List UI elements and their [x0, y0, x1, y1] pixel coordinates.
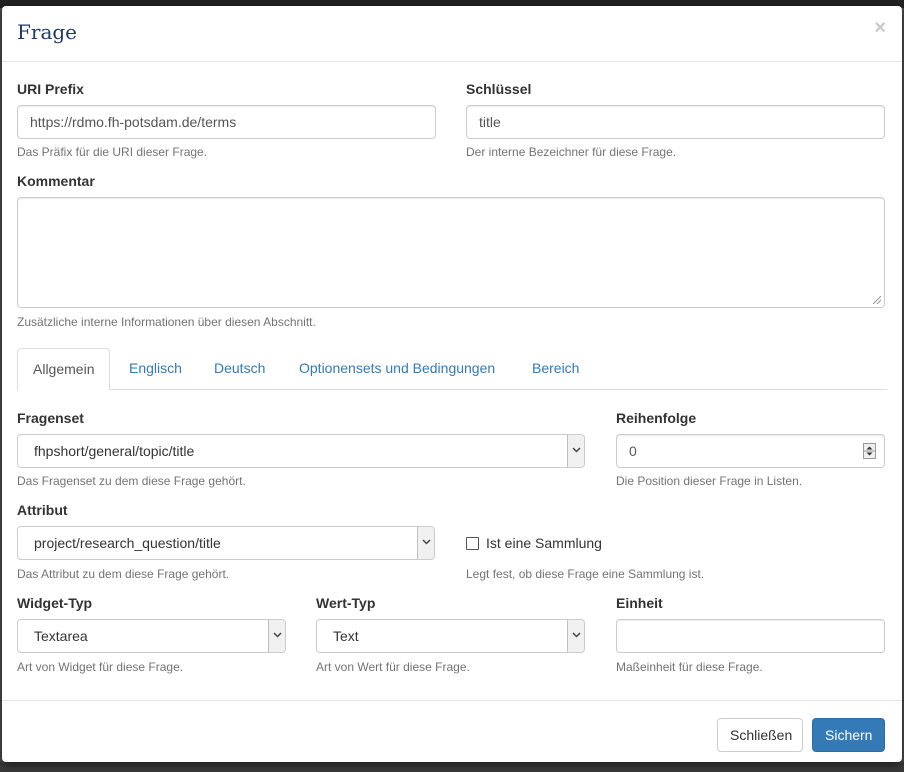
modal-header: Frage ×: [2, 6, 902, 62]
comment-label: Kommentar: [17, 173, 95, 189]
close-icon[interactable]: ×: [874, 18, 886, 38]
tab-optionsets-conditions[interactable]: Optionensets und Bedingungen: [284, 348, 510, 390]
unit-help: Maßeinheit für diese Frage.: [616, 660, 763, 674]
value-type-help: Art von Wert für diese Frage.: [316, 660, 470, 674]
key-label: Schlüssel: [466, 81, 532, 97]
chevron-down-icon: [567, 620, 584, 652]
collection-checkbox[interactable]: [466, 537, 479, 550]
collection-help: Legt fest, ob diese Frage eine Sammlung …: [466, 567, 705, 581]
attribute-help: Das Attribut zu dem diese Frage gehört.: [17, 567, 230, 581]
close-button[interactable]: Schließen: [717, 718, 803, 752]
question-modal: Frage × URI Prefix https://rdmo.fh-potsd…: [2, 6, 902, 762]
attribute-label: Attribut: [17, 502, 68, 518]
order-input[interactable]: 0: [616, 434, 885, 468]
tab-allgemein[interactable]: Allgemein: [17, 348, 111, 391]
attribute-value: project/research_question/title: [34, 535, 221, 551]
widget-type-help: Art von Widget für diese Frage.: [17, 660, 184, 674]
uri-prefix-input[interactable]: https://rdmo.fh-potsdam.de/terms: [17, 105, 436, 139]
tab-deutsch[interactable]: Deutsch: [199, 348, 280, 390]
value-type-label: Wert-Typ: [316, 595, 376, 611]
key-input[interactable]: title: [466, 105, 885, 139]
modal-footer: Schließen Sichern: [2, 700, 902, 762]
modal-title: Frage: [17, 20, 77, 44]
resize-grip-icon[interactable]: [873, 296, 881, 304]
tab-englisch[interactable]: Englisch: [114, 348, 197, 390]
value-type-value: Text: [333, 628, 359, 644]
order-label: Reihenfolge: [616, 410, 697, 426]
questionset-label: Fragenset: [17, 410, 84, 426]
chevron-down-icon: [567, 435, 584, 467]
questionset-select[interactable]: fhpshort/general/topic/title: [17, 434, 585, 468]
tab-bar: Allgemein Englisch Deutsch Optionensets …: [17, 348, 887, 391]
value-type-select[interactable]: Text: [316, 619, 585, 653]
comment-help: Zusätzliche interne Informationen über d…: [17, 315, 316, 329]
collection-label[interactable]: Ist eine Sammlung: [486, 535, 602, 551]
unit-label: Einheit: [616, 595, 663, 611]
key-help: Der interne Bezeichner für diese Frage.: [466, 145, 677, 159]
order-value: 0: [629, 443, 637, 459]
widget-type-select[interactable]: Textarea: [17, 619, 286, 653]
uri-prefix-help: Das Präfix für die URI dieser Frage.: [17, 145, 208, 159]
questionset-help: Das Fragenset zu dem diese Frage gehört.: [17, 474, 246, 488]
order-help: Die Position dieser Frage in Listen.: [616, 474, 803, 488]
widget-type-value: Textarea: [34, 628, 88, 644]
background-page: [0, 762, 904, 772]
tab-bereich[interactable]: Bereich: [517, 348, 594, 390]
comment-textarea[interactable]: [17, 197, 885, 308]
save-button[interactable]: Sichern: [812, 718, 885, 752]
unit-input[interactable]: [616, 619, 885, 653]
uri-prefix-label: URI Prefix: [17, 81, 84, 97]
spinner-icon[interactable]: [863, 443, 876, 459]
widget-type-label: Widget-Typ: [17, 595, 93, 611]
attribute-select[interactable]: project/research_question/title: [17, 526, 435, 560]
chevron-down-icon: [417, 527, 434, 559]
questionset-value: fhpshort/general/topic/title: [34, 443, 195, 459]
chevron-down-icon: [268, 620, 285, 652]
